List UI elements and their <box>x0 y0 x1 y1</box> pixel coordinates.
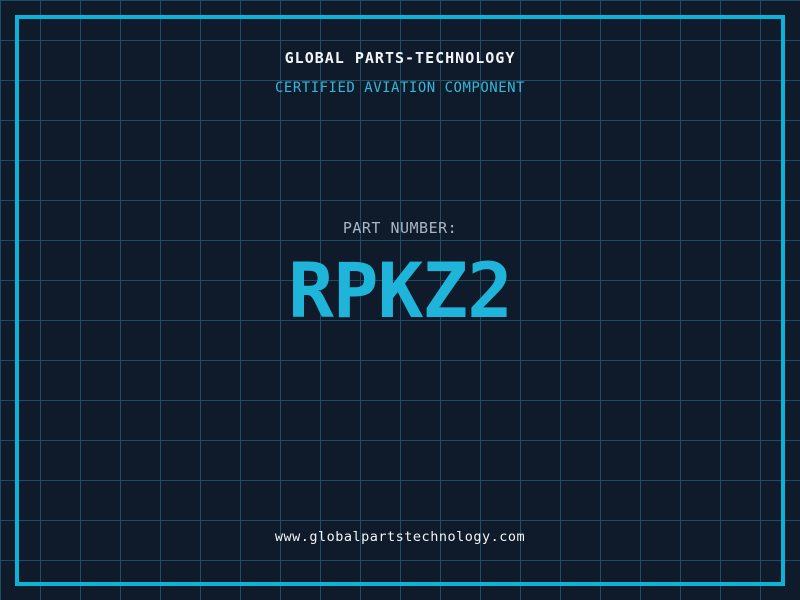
company-name: GLOBAL PARTS-TECHNOLOGY <box>0 49 800 67</box>
part-number-label: PART NUMBER: <box>0 219 800 237</box>
website-url: www.globalpartstechnology.com <box>0 529 800 545</box>
part-label-page: GLOBAL PARTS-TECHNOLOGY CERTIFIED AVIATI… <box>0 0 800 600</box>
part-number-value: RPKZ2 <box>0 252 800 330</box>
certification-subtitle: CERTIFIED AVIATION COMPONENT <box>0 80 800 96</box>
